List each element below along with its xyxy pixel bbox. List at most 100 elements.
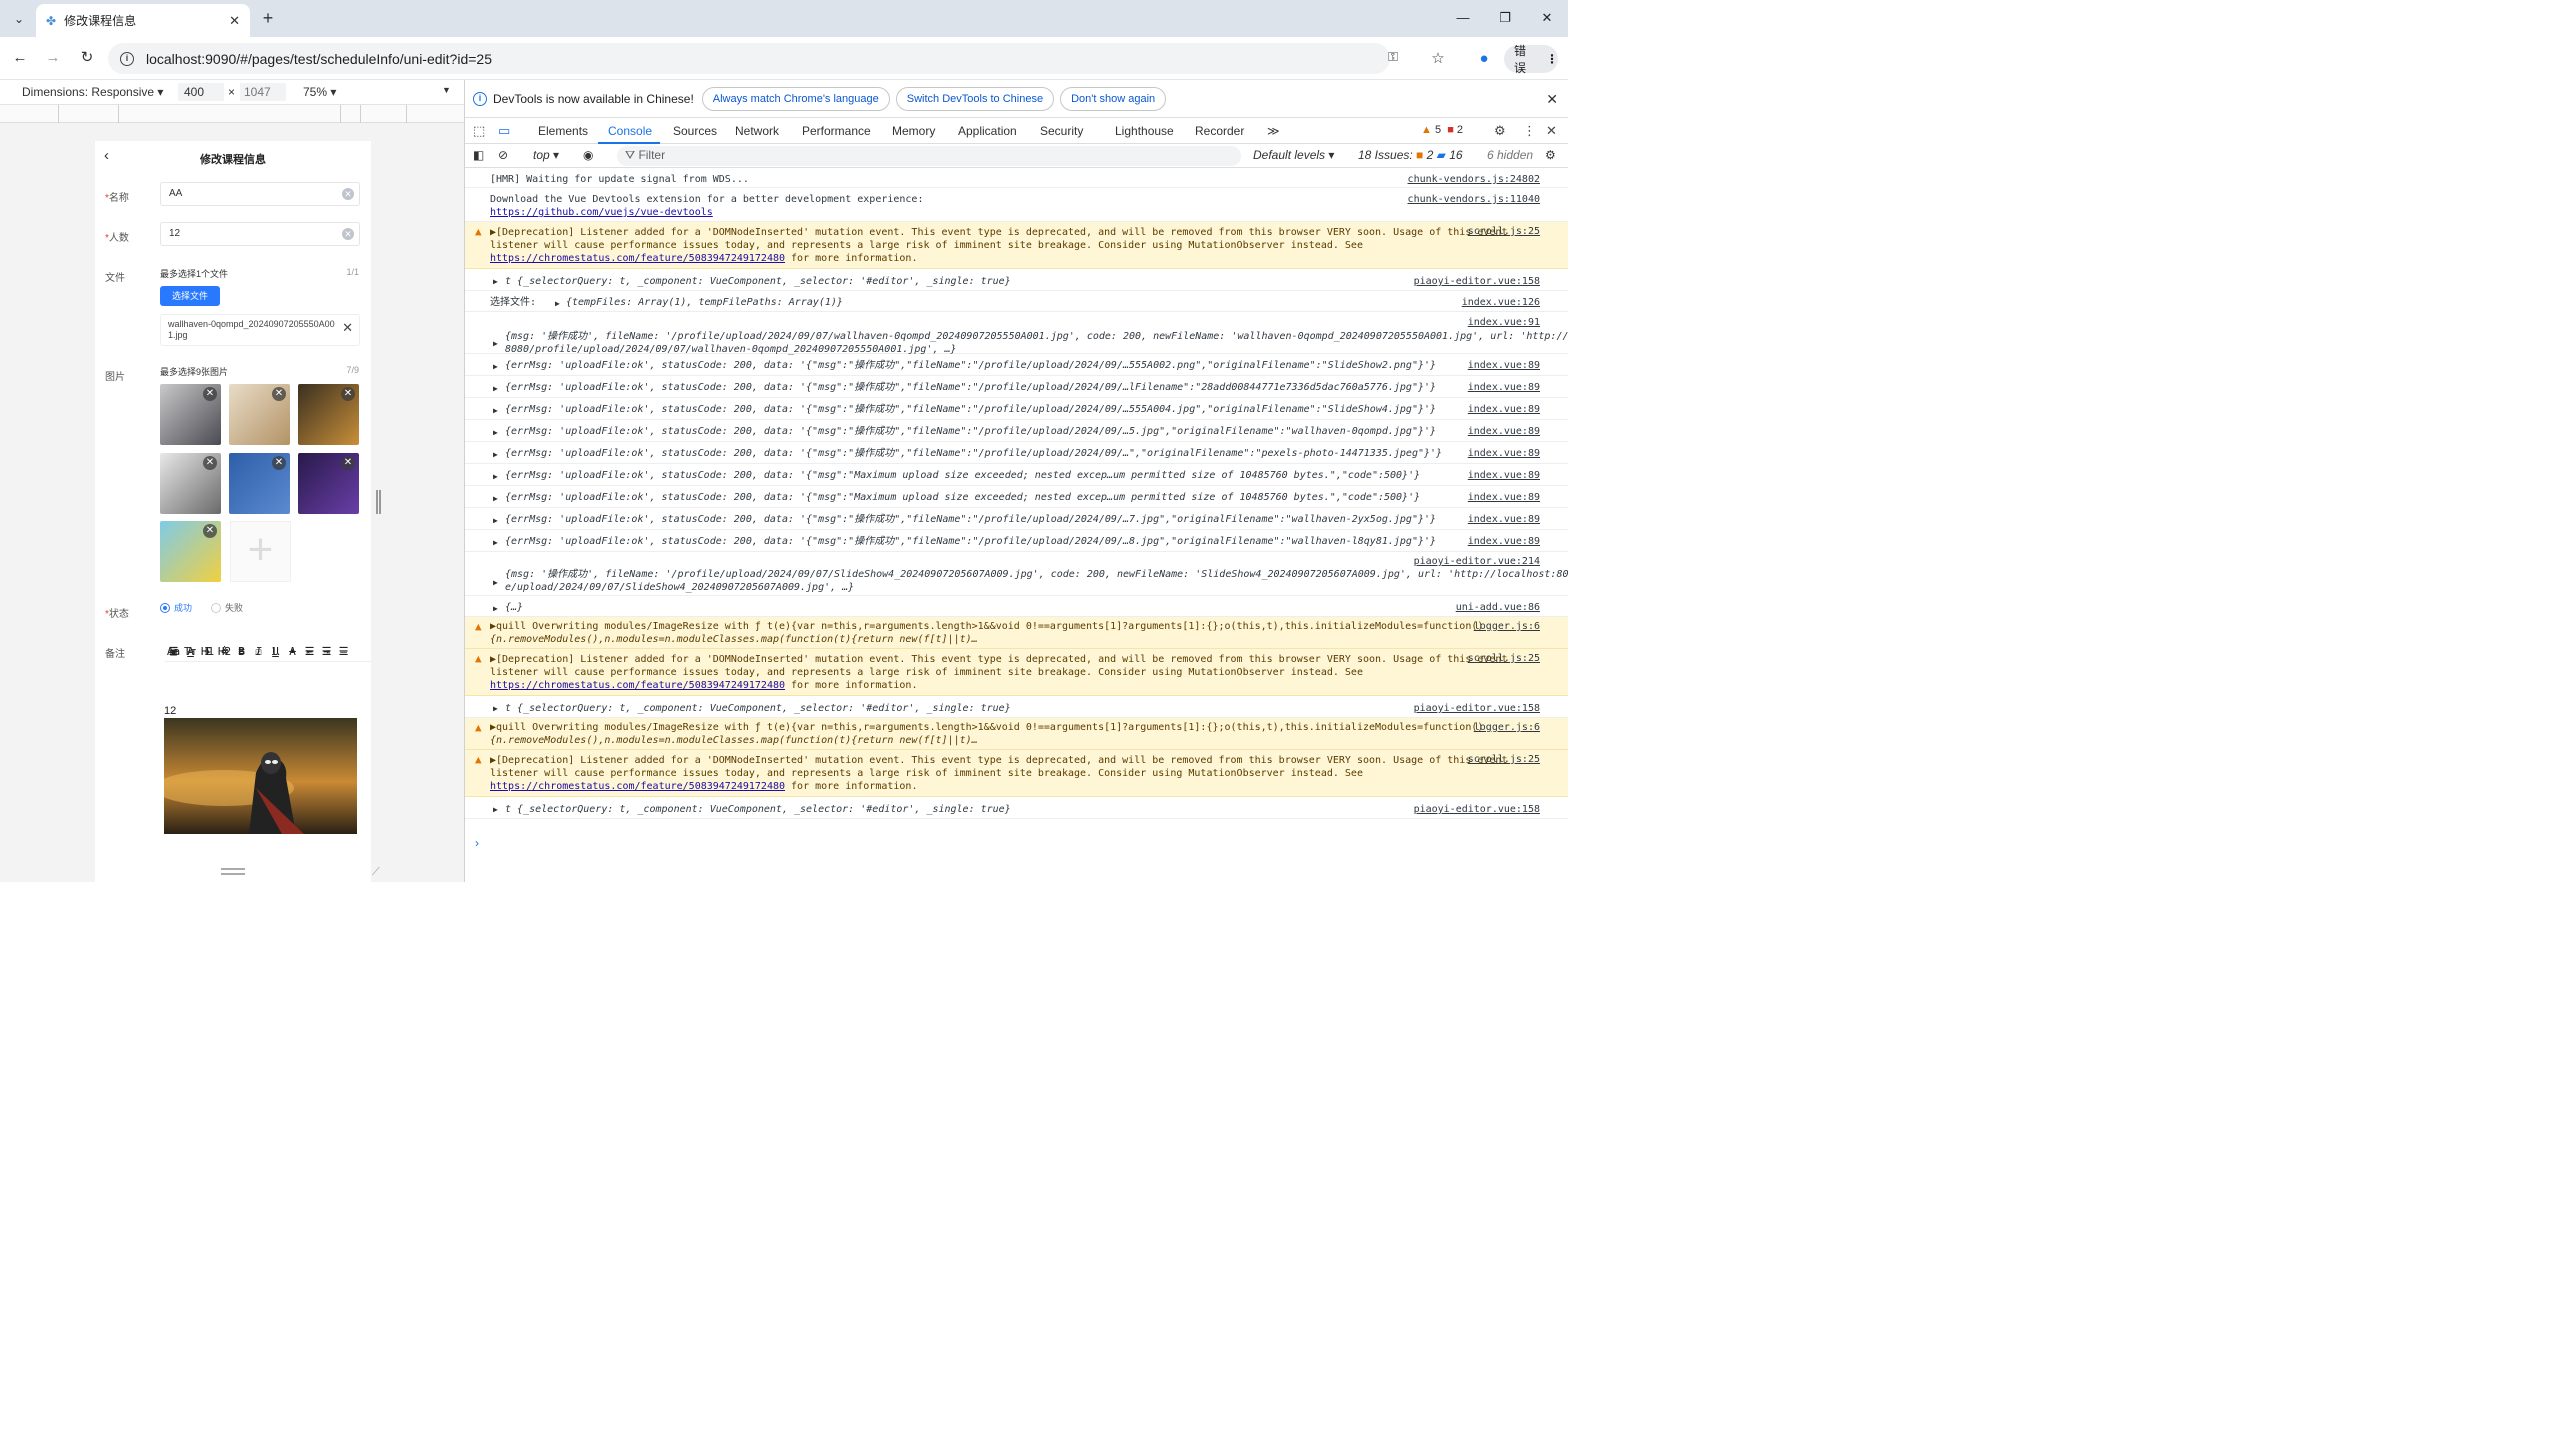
add-image-button[interactable]: +	[230, 521, 291, 582]
editor-embedded-image[interactable]	[164, 718, 357, 834]
console-filter-input[interactable]: ⛛ Filter	[617, 146, 1241, 166]
insert-image-icon[interactable]: ▣	[165, 645, 182, 658]
remove-image-icon[interactable]: ✕	[203, 524, 217, 538]
remove-image-icon[interactable]: ✕	[272, 387, 286, 401]
reload-icon[interactable]: ↻	[76, 47, 98, 69]
height-input[interactable]: 1047	[240, 83, 286, 101]
new-tab-button[interactable]: +	[258, 8, 278, 28]
source-link[interactable]: chunk-vendors.js:11040	[1408, 193, 1540, 206]
live-expression-eye-icon[interactable]: ◉	[583, 148, 593, 162]
tab-network[interactable]: Network	[735, 124, 779, 138]
source-link[interactable]: index.vue:89	[1468, 513, 1540, 526]
chromestatus-link[interactable]: https://chromestatus.com/feature/5083947…	[490, 680, 785, 691]
tab-performance[interactable]: Performance	[802, 124, 871, 138]
width-input[interactable]: 400	[178, 83, 224, 101]
source-link[interactable]: index.vue:91	[1468, 316, 1540, 329]
source-link[interactable]: scroll.js:25	[1468, 652, 1540, 665]
clear-icon[interactable]: ✕	[342, 188, 354, 200]
upload-log-row[interactable]: ▶ {errMsg: 'uploadFile:ok', statusCode: 2…	[465, 530, 1568, 552]
console-prompt[interactable]: ›	[475, 836, 479, 850]
source-link[interactable]: piaoyi-editor.vue:158	[1414, 702, 1540, 715]
media-query-ruler[interactable]	[0, 105, 464, 123]
match-language-button[interactable]: Always match Chrome's language	[701, 86, 890, 111]
bookmark-star-icon[interactable]: ☆	[1427, 48, 1449, 70]
editor-content-text[interactable]: 12	[164, 705, 176, 717]
remove-image-icon[interactable]: ✕	[341, 387, 355, 401]
close-infobar-icon[interactable]: ✕	[1546, 91, 1558, 108]
tab-console[interactable]: Console	[608, 124, 652, 138]
forward-arrow-icon[interactable]: →	[42, 47, 64, 69]
log-row[interactable]: ▶ t {_selectorQuery: t, _component: VueC…	[465, 269, 1568, 291]
back-arrow-icon[interactable]: ←	[9, 47, 31, 69]
source-link[interactable]: index.vue:89	[1468, 469, 1540, 482]
tab-security[interactable]: Security	[1040, 124, 1083, 138]
source-link[interactable]: index.vue:126	[1462, 296, 1540, 309]
context-selector[interactable]: top ▾	[533, 148, 559, 162]
sidebar-toggle-icon[interactable]: ◧	[473, 148, 484, 162]
source-link[interactable]: index.vue:89	[1468, 381, 1540, 394]
more-tabs-icon[interactable]: ≫	[1267, 124, 1280, 138]
source-link[interactable]: logger.js:6	[1474, 721, 1540, 734]
devtools-menu-icon[interactable]: ⋮	[1523, 123, 1536, 139]
upload-log-row[interactable]: ▶ {errMsg: 'uploadFile:ok', statusCode: 2…	[465, 486, 1568, 508]
source-link[interactable]: uni-add.vue:86	[1456, 601, 1540, 614]
viewport-resize-handle[interactable]	[376, 490, 381, 514]
zoom-dropdown[interactable]: 75% ▾	[303, 85, 336, 99]
remove-file-icon[interactable]: ✕	[342, 321, 353, 334]
dimensions-dropdown[interactable]: Dimensions: Responsive ▾	[22, 85, 163, 99]
log-row[interactable]: ▶ {…} uni-add.vue:86	[465, 596, 1568, 617]
source-link[interactable]: index.vue:89	[1468, 447, 1540, 460]
device-toggle-icon[interactable]: ▭	[498, 123, 510, 139]
console-settings-icon[interactable]: ⚙	[1545, 148, 1556, 162]
upload-log-row[interactable]: ▶ {errMsg: 'uploadFile:ok', statusCode: 2…	[465, 354, 1568, 376]
warning-error-counter[interactable]: ▲ 5 ■ 2	[1421, 124, 1463, 136]
remove-image-icon[interactable]: ✕	[203, 387, 217, 401]
device-options-icon[interactable]: ▼	[442, 85, 451, 95]
remove-image-icon[interactable]: ✕	[272, 456, 286, 470]
close-tab-icon[interactable]: ✕	[229, 13, 240, 29]
tab-sources[interactable]: Sources	[673, 124, 717, 138]
upload-log-row[interactable]: ▶ {errMsg: 'uploadFile:ok', statusCode: 2…	[465, 442, 1568, 464]
upload-log-row[interactable]: ▶ {errMsg: 'uploadFile:ok', statusCode: 2…	[465, 376, 1568, 398]
log-row[interactable]: ▶ t {_selectorQuery: t, _component: VueC…	[465, 696, 1568, 718]
tab-lighthouse[interactable]: Lighthouse	[1115, 124, 1174, 138]
image-thumb-spongebob-patrick[interactable]: ✕	[160, 521, 221, 582]
tab-search-button[interactable]: ⌄	[8, 8, 30, 30]
inspect-element-icon[interactable]: ⬚	[473, 123, 485, 139]
kebab-menu-icon[interactable]: ⋮	[1546, 52, 1558, 66]
log-row[interactable]: piaoyi-editor.vue:214 ▶ {msg: '操作成功', fi…	[465, 552, 1568, 596]
image-thumb-anime-figure[interactable]: ✕	[160, 384, 221, 445]
choose-file-button[interactable]: 选择文件	[160, 286, 220, 306]
source-link[interactable]: index.vue:89	[1468, 403, 1540, 416]
log-levels-dropdown[interactable]: Default levels ▾	[1253, 148, 1334, 162]
source-link[interactable]: piaoyi-editor.vue:158	[1414, 803, 1540, 816]
dont-show-button[interactable]: Don't show again	[1060, 86, 1167, 111]
tab-elements[interactable]: Elements	[538, 124, 588, 138]
source-link[interactable]: piaoyi-editor.vue:158	[1414, 275, 1540, 288]
image-thumb-armored-hero-sunset[interactable]: ✕	[298, 384, 359, 445]
upload-log-row[interactable]: ▶ {errMsg: 'uploadFile:ok', statusCode: 2…	[465, 398, 1568, 420]
source-link[interactable]: index.vue:89	[1468, 491, 1540, 504]
image-thumb-puppies[interactable]: ✕	[229, 384, 290, 445]
close-window-icon[interactable]: ✕	[1537, 8, 1557, 28]
source-link[interactable]: chunk-vendors.js:24802	[1408, 173, 1540, 186]
clear-icon[interactable]: ✕	[342, 228, 354, 240]
remove-image-icon[interactable]: ✕	[203, 456, 217, 470]
password-key-icon[interactable]: ⚿	[1388, 49, 1398, 65]
tab-recorder[interactable]: Recorder	[1195, 124, 1244, 138]
log-row[interactable]: index.vue:91 ▶ {msg: '操作成功', fileName: '…	[465, 312, 1568, 355]
url-text[interactable]: localhost:9090/#/pages/test/scheduleInfo…	[146, 51, 492, 67]
remove-image-icon[interactable]: ✕	[341, 456, 355, 470]
chromestatus-link[interactable]: https://chromestatus.com/feature/5083947…	[490, 253, 785, 264]
address-bar[interactable]: i localhost:9090/#/pages/test/scheduleIn…	[108, 43, 1398, 74]
settings-gear-icon[interactable]: ⚙	[1494, 123, 1506, 139]
error-button[interactable]: 错误 ⋮	[1504, 44, 1558, 75]
close-devtools-icon[interactable]: ✕	[1546, 123, 1557, 139]
profile-avatar-icon[interactable]: ●	[1473, 48, 1495, 70]
undo-icon[interactable]: ↶	[182, 645, 199, 658]
switch-chinese-button[interactable]: Switch DevTools to Chinese	[895, 86, 1055, 111]
people-input[interactable]: 12 ✕	[160, 222, 360, 246]
image-thumb-cartoon-creature[interactable]: ✕	[160, 453, 221, 514]
image-thumb-birds-blue-sky[interactable]: ✕	[229, 453, 290, 514]
source-link[interactable]: logger.js:6	[1474, 620, 1540, 633]
